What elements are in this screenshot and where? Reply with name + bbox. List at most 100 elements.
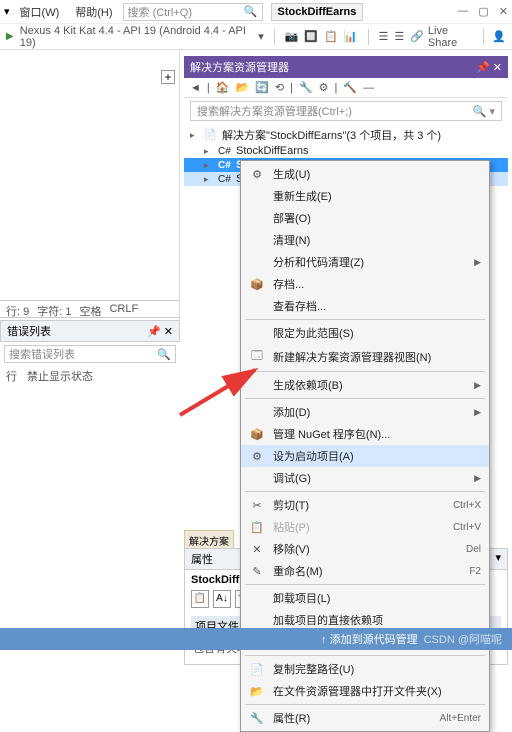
account-icon[interactable]: 👤	[492, 30, 506, 43]
solution-icon: 📄	[204, 130, 218, 141]
menu-item-label: 粘贴(P)	[273, 519, 445, 535]
error-list-header[interactable]: 错误列表 📌 ✕	[0, 320, 180, 342]
solution-root[interactable]: ▸📄 解决方案"StockDiffEarns"(3 个项目，共 3 个)	[184, 126, 508, 144]
tool-icon[interactable]: 🔨	[343, 81, 357, 94]
toolbar-icon[interactable]: ☰	[378, 30, 388, 43]
context-menu-item[interactable]: ⚙设为启动项目(A)	[241, 445, 489, 467]
toolbar-icon[interactable]: ☰	[394, 30, 404, 43]
separator	[483, 29, 484, 45]
toolbar-icon[interactable]: 📋	[324, 30, 338, 43]
close-icon[interactable]: ✕	[164, 326, 173, 338]
separator	[245, 319, 485, 320]
status-bar: ↑ 添加到源代码管理 CSDN @阿喵呢	[0, 628, 512, 650]
run-target[interactable]: Nexus 4 Kit Kat 4.4 - API 19 (Android 4.…	[20, 25, 253, 49]
menu-item-label: 在文件资源管理器中打开文件夹(X)	[273, 683, 481, 699]
context-menu-item[interactable]: 📂 在文件资源管理器中打开文件夹(X)	[241, 680, 489, 702]
toolbar-icon[interactable]: 📷	[285, 30, 299, 43]
menu-window[interactable]: 窗口(W)	[14, 2, 66, 22]
context-menu-item[interactable]: ✕移除(V)Del	[241, 538, 489, 560]
separator: |	[207, 82, 210, 94]
menu-item-icon: 🔧	[249, 712, 265, 725]
close-icon[interactable]: ✕	[493, 62, 502, 74]
status-crlf: CRLF	[109, 303, 138, 315]
shortcut: Ctrl+X	[453, 500, 481, 511]
project-node[interactable]: ▸C# StockDiffEarns	[184, 144, 508, 158]
settings-icon[interactable]: ⚙	[319, 81, 329, 94]
context-menu-item[interactable]: 生成依赖项(B)▶	[241, 374, 489, 396]
context-menu-item[interactable]: 📦存档...	[241, 273, 489, 295]
category-icon[interactable]: 📋	[191, 590, 209, 608]
shortcut: F2	[469, 566, 481, 577]
separator	[274, 29, 275, 45]
status-spaces: 空格	[79, 303, 101, 315]
shortcut: Alt+Enter	[440, 713, 481, 724]
pin-icon[interactable]: 📌	[147, 326, 161, 338]
menu-item-label: 管理 NuGet 程序包(N)...	[273, 426, 481, 442]
menu-item-icon: 📂	[249, 685, 265, 698]
context-menu-item[interactable]: 清理(N)	[241, 229, 489, 251]
context-menu-item[interactable]: 添加(D)▶	[241, 401, 489, 423]
menu-item-label: 新建解决方案资源管理器视图(N)	[273, 349, 481, 365]
menu-item-label: 生成(U)	[273, 166, 481, 182]
context-menu-item[interactable]: 调试(G)▶	[241, 467, 489, 489]
tool-icon[interactable]: —	[363, 82, 374, 94]
context-menu-item[interactable]: 🔧属性(R)Alt+Enter	[241, 707, 489, 729]
watermark: CSDN @阿喵呢	[424, 631, 502, 647]
context-menu-item[interactable]: ✎重命名(M)F2	[241, 560, 489, 582]
back-icon[interactable]: ◄	[190, 82, 201, 94]
liveshare-icon[interactable]: 🔗	[410, 30, 424, 43]
properties-icon[interactable]: 🔧	[299, 81, 313, 94]
context-menu-item[interactable]: ✂ 剪切(T) Ctrl+X	[241, 494, 489, 516]
error-search[interactable]: 搜索错误列表 🔍	[4, 345, 176, 363]
toolbar-icon[interactable]: 🔲	[304, 30, 318, 43]
separator	[245, 491, 485, 492]
source-control-link[interactable]: ↑ 添加到源代码管理	[321, 631, 418, 647]
menu-help[interactable]: 帮助(H)	[69, 2, 118, 22]
context-menu-item[interactable]: 🗔新建解决方案资源管理器视图(N)	[241, 344, 489, 369]
context-menu-item[interactable]: 查看存档...	[241, 295, 489, 317]
menu-item-label: 加载项目的直接依赖项	[273, 612, 481, 628]
sort-icon[interactable]: A↓	[213, 590, 231, 608]
run-icon[interactable]: ▶	[6, 31, 14, 42]
menu-item-label: 重新生成(E)	[273, 188, 481, 204]
toolbar-icon[interactable]: 📊	[344, 30, 358, 43]
submenu-arrow-icon: ▶	[474, 407, 481, 418]
solution-toolbar: ◄ | 🏠 📂 🔄 ⟲ | 🔧 ⚙ | 🔨 —	[184, 78, 508, 98]
csharp-icon: C#	[218, 174, 232, 185]
menu-item-label: 分析和代码清理(Z)	[273, 254, 466, 270]
menu-item-icon: ✕	[249, 543, 265, 556]
context-menu-item[interactable]: ⚙生成(U)	[241, 163, 489, 185]
context-menu-item[interactable]: 卸载项目(L)	[241, 587, 489, 609]
minimize-icon[interactable]: —	[457, 5, 468, 18]
add-file-button[interactable]: +	[161, 70, 175, 84]
error-list-columns: 行 禁止显示状态	[0, 366, 180, 386]
context-menu-item[interactable]: 📦管理 NuGet 程序包(N)...	[241, 423, 489, 445]
dropdown-icon[interactable]: ▾	[258, 30, 264, 43]
menu-item-icon: ✂	[249, 499, 265, 512]
search-icon: 🔍	[157, 348, 171, 361]
liveshare-label[interactable]: Live Share	[428, 25, 475, 49]
status-col: 字符: 1	[37, 303, 71, 315]
sync-icon[interactable]: ⟲	[275, 81, 284, 94]
refresh-icon[interactable]: 🔄	[255, 81, 269, 94]
status-line: 行: 9	[6, 303, 29, 315]
solution-search[interactable]: 搜索解决方案资源管理器(Ctrl+;) 🔍 ▾	[190, 101, 502, 121]
home-icon[interactable]: 🏠	[216, 81, 230, 94]
context-menu-item[interactable]: 重新生成(E)	[241, 185, 489, 207]
pin-icon[interactable]: 📌	[476, 62, 490, 74]
shortcut: Ctrl+V	[453, 522, 481, 533]
context-menu-item[interactable]: 📄复制完整路径(U)	[241, 658, 489, 680]
menu-item-label: 复制完整路径(U)	[273, 661, 481, 677]
maximize-icon[interactable]: ▢	[478, 5, 488, 18]
dropdown-icon[interactable]: ▾	[4, 5, 10, 18]
global-search[interactable]: 搜索 (Ctrl+Q) 🔍	[123, 3, 263, 21]
search-placeholder: 搜索 (Ctrl+Q)	[128, 4, 192, 20]
search-icon: 🔍 ▾	[473, 105, 495, 118]
context-menu-item[interactable]: 限定为此范围(S)	[241, 322, 489, 344]
context-menu-item[interactable]: 部署(O)	[241, 207, 489, 229]
close-icon[interactable]: ✕	[499, 5, 508, 18]
solution-title-badge: StockDiffEarns	[271, 3, 364, 21]
menu-item-label: 剪切(T)	[273, 497, 445, 513]
showall-icon[interactable]: 📂	[235, 81, 249, 94]
context-menu-item[interactable]: 分析和代码清理(Z)▶	[241, 251, 489, 273]
